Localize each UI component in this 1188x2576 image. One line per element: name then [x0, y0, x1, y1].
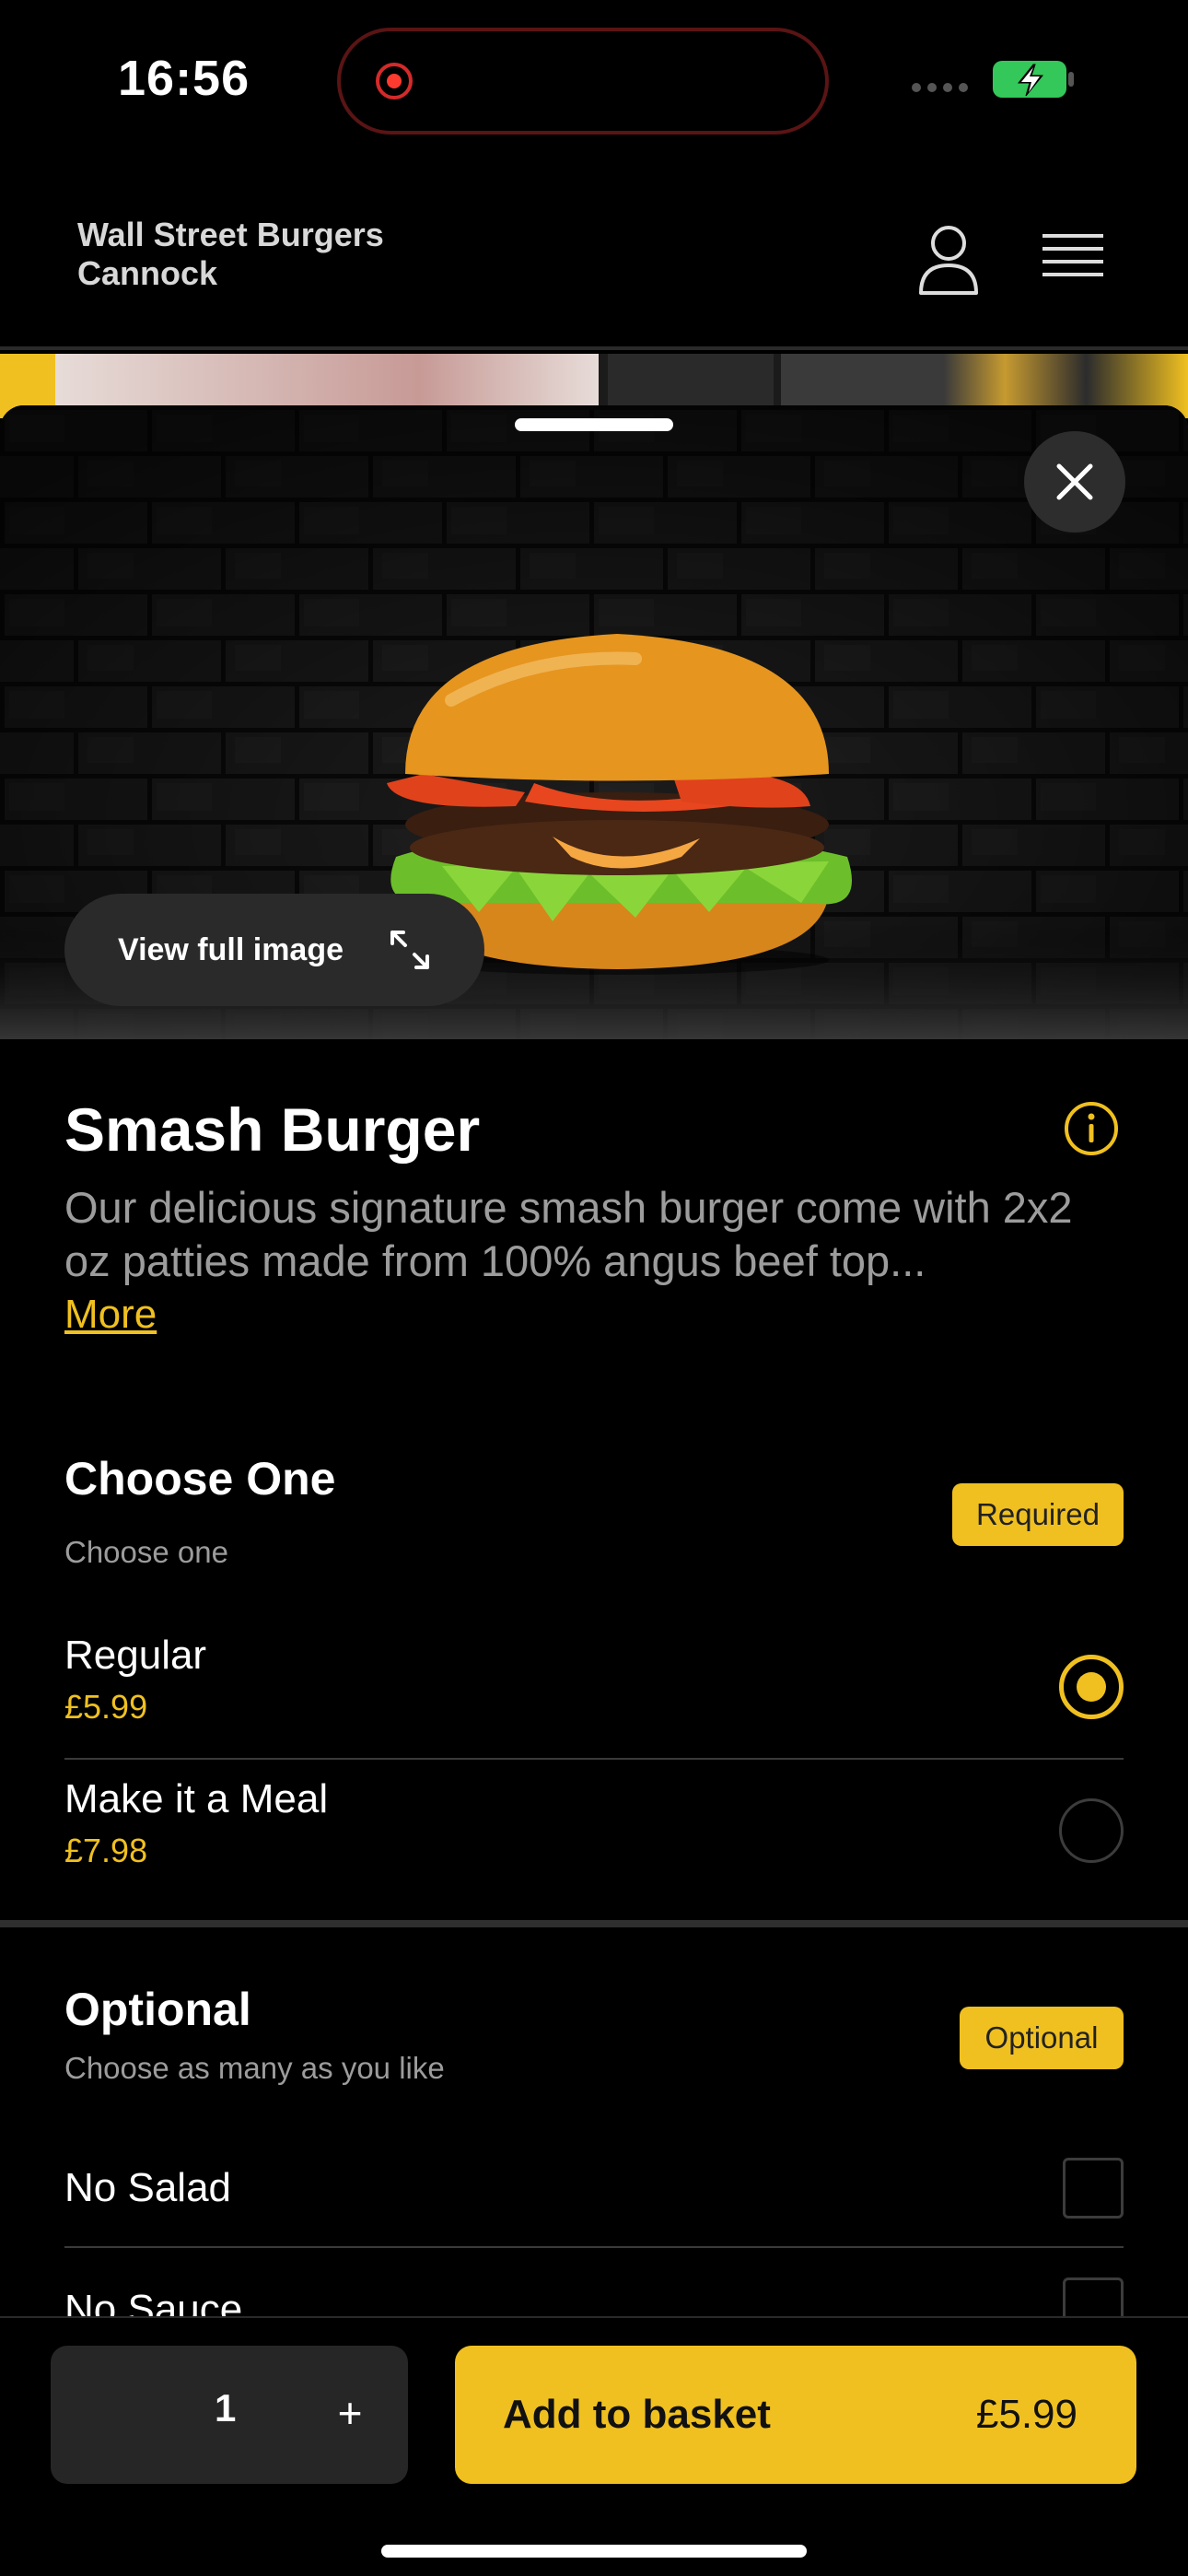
product-image: View full image: [0, 405, 1188, 1039]
close-button[interactable]: [1024, 431, 1125, 533]
product-sheet: View full image Smash Burger Our delicio…: [0, 405, 1188, 2576]
quantity-value: 1: [215, 2386, 237, 2430]
restaurant-name[interactable]: Wall Street Burgers Cannock: [77, 216, 464, 293]
option-price: £5.99: [64, 1688, 148, 1726]
more-link[interactable]: More: [64, 1292, 157, 1338]
option-name: Regular: [64, 1633, 207, 1678]
option-make-it-a-meal[interactable]: Make it a Meal £7.98: [64, 1763, 1124, 1902]
option-name: No Salad: [64, 2165, 232, 2210]
close-icon: [1056, 463, 1093, 500]
sheet-grab-handle[interactable]: [515, 418, 673, 431]
status-bar: 16:56: [0, 0, 1188, 166]
record-icon: [376, 63, 413, 100]
home-indicator[interactable]: [381, 2545, 807, 2558]
view-full-image-button[interactable]: View full image: [64, 894, 484, 1006]
quantity-stepper: 1 +: [51, 2346, 408, 2484]
section-divider: [0, 1920, 1188, 1927]
optional-badge: Optional: [960, 2007, 1124, 2069]
signal-icon: [912, 77, 971, 96]
add-to-basket-button[interactable]: Add to basket £5.99: [455, 2346, 1136, 2484]
checkbox[interactable]: [1063, 2158, 1124, 2219]
app-header: Wall Street Burgers Cannock: [0, 166, 1188, 350]
view-full-image-label: View full image: [118, 931, 344, 967]
expand-icon: [390, 931, 429, 969]
hamburger-menu-icon[interactable]: [1042, 230, 1103, 286]
add-to-basket-label: Add to basket: [503, 2392, 771, 2437]
option-regular[interactable]: Regular £5.99: [64, 1622, 1124, 1760]
info-icon[interactable]: [1063, 1100, 1120, 1157]
dynamic-island: [337, 28, 829, 135]
user-icon[interactable]: [915, 223, 982, 297]
status-time: 16:56: [118, 51, 250, 106]
optional-heading: Optional: [64, 1984, 251, 2035]
battery-charging-icon: [993, 61, 1074, 98]
option-no-salad[interactable]: No Salad: [64, 2128, 1124, 2248]
basket-bar: 1 + Add to basket £5.99: [0, 2316, 1188, 2576]
choose-one-subtitle: Choose one: [64, 1535, 228, 1569]
quantity-increase-button[interactable]: +: [318, 2381, 382, 2445]
optional-subtitle: Choose as many as you like: [64, 2051, 445, 2085]
add-to-basket-price: £5.99: [975, 2392, 1077, 2437]
product-description: Our delicious signature smash burger com…: [64, 1183, 1073, 1285]
radio-selected[interactable]: [1059, 1655, 1124, 1719]
product-title: Smash Burger: [64, 1095, 481, 1164]
option-name: Make it a Meal: [64, 1776, 329, 1821]
option-price: £7.98: [64, 1832, 148, 1869]
choose-one-heading: Choose One: [64, 1453, 336, 1505]
radio-unselected[interactable]: [1059, 1798, 1124, 1863]
required-badge: Required: [952, 1483, 1124, 1546]
